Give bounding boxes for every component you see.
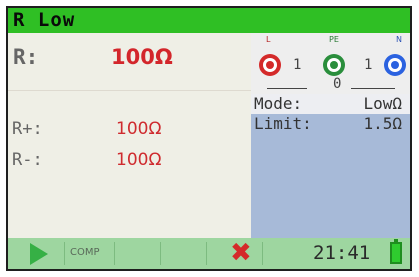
terminal-l-label: L	[266, 35, 271, 44]
limit-value[interactable]: 1.5Ω	[363, 114, 402, 133]
terminal-n-icon	[384, 54, 406, 76]
r-plus-value: 100Ω	[116, 119, 162, 139]
terminal-n-label: N	[396, 35, 402, 44]
connection-line-left	[267, 88, 307, 89]
toolbar-separator	[64, 242, 65, 265]
toolbar-separator	[206, 242, 207, 265]
toolbar-separator	[160, 242, 161, 265]
r-value: 100Ω	[111, 45, 173, 69]
connection-value-l-pe: 1	[293, 57, 302, 73]
connection-value-l-n: 0	[333, 76, 342, 92]
display-screen: R Low R: 100Ω R+: 100Ω R-: 100Ω L PE N 1…	[6, 6, 412, 271]
clock: 21:41	[313, 242, 371, 264]
results-panel: R: 100Ω R+: 100Ω R-: 100Ω	[8, 33, 251, 238]
play-icon[interactable]	[30, 243, 48, 265]
toolbar-separator	[262, 242, 263, 265]
connection-line-right	[351, 88, 395, 89]
comp-button[interactable]: COMP	[70, 247, 100, 258]
mode-label: Mode:	[254, 94, 303, 113]
divider	[8, 90, 251, 91]
terminal-pe-icon	[323, 54, 345, 76]
title-bar: R Low	[8, 8, 410, 33]
limit-label: Limit:	[254, 114, 312, 133]
settings-panel: Mode: LowΩ Limit: 1.5Ω	[251, 94, 410, 238]
instrument-frame: R Low R: 100Ω R+: 100Ω R-: 100Ω L PE N 1…	[0, 0, 419, 277]
x-icon[interactable]: ✖	[230, 239, 252, 267]
r-minus-label: R-:	[12, 150, 43, 170]
r-label: R:	[13, 45, 39, 69]
toolbar-separator	[114, 242, 115, 265]
mode-row[interactable]: Mode: LowΩ	[251, 94, 410, 114]
terminal-connection-panel: L PE N 1 0 1	[251, 33, 410, 94]
terminal-pe-label: PE	[329, 35, 339, 44]
connection-value-pe-n: 1	[364, 57, 373, 73]
battery-icon	[390, 239, 402, 264]
mode-value: LowΩ	[363, 94, 402, 113]
page-title: R Low	[13, 9, 76, 31]
r-minus-value: 100Ω	[116, 150, 162, 170]
terminal-l-icon	[259, 54, 281, 76]
r-plus-label: R+:	[12, 119, 43, 139]
bottom-toolbar: COMP ✖ 21:41	[8, 238, 410, 269]
